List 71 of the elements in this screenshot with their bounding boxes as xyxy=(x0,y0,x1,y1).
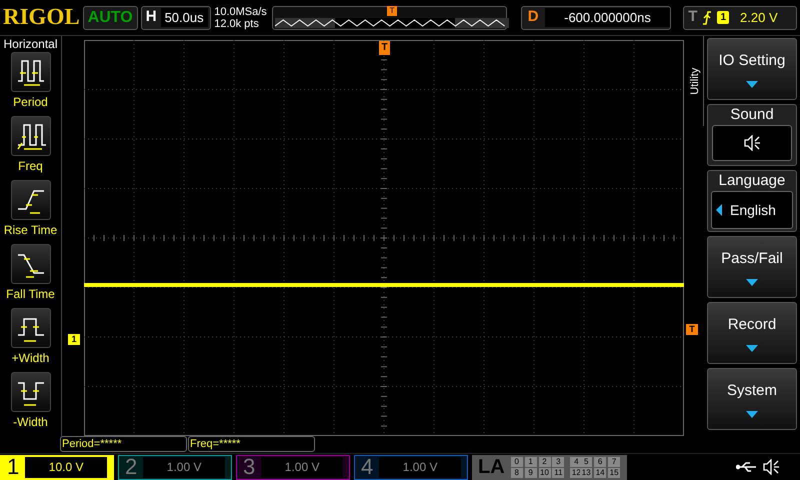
speaker-icon xyxy=(762,459,780,475)
logic-channel-indicator: 7 xyxy=(608,456,620,466)
logic-channel-indicator: 1 xyxy=(524,456,537,466)
logic-channel-indicator: 13 xyxy=(580,468,592,478)
measurement-readout: Freq=***** xyxy=(188,436,315,452)
menu-button[interactable]: Record xyxy=(707,302,797,364)
channel-marker[interactable]: 1 xyxy=(68,334,80,345)
logic-channel-indicator: 5 xyxy=(580,456,592,466)
channel-tab[interactable]: 4 1.00 V xyxy=(354,454,468,480)
measure-button[interactable]: -Width xyxy=(0,372,62,436)
trigger-position-marker[interactable]: T xyxy=(379,41,390,55)
measure-button[interactable]: Freq xyxy=(0,116,62,180)
channel-tab[interactable]: 1 10.0 V xyxy=(0,454,114,480)
menu-tab[interactable]: Utility xyxy=(688,36,704,126)
channel-number: 1 xyxy=(7,455,20,479)
channel-tab[interactable]: 2 1.00 V xyxy=(118,454,232,480)
channel-number: 3 xyxy=(243,455,256,479)
menu-label: Sound xyxy=(730,105,774,125)
measure-button[interactable]: Period xyxy=(0,52,62,116)
caret-icon xyxy=(746,410,758,418)
trigger-level: 2.20 V xyxy=(740,8,778,27)
channel-scale: 10.0 V xyxy=(25,456,107,478)
speaker-icon xyxy=(743,135,761,151)
caret-icon xyxy=(746,278,758,286)
logic-channel-indicator: 6 xyxy=(594,456,606,466)
menu-button[interactable]: System xyxy=(707,368,797,430)
channel-scale: 1.00 V xyxy=(143,456,225,478)
channel-number: 2 xyxy=(125,455,138,479)
trigger-label: T xyxy=(688,7,698,28)
delay-value: -600.000000ns xyxy=(544,8,670,28)
usb-icon xyxy=(736,461,758,473)
logic-channel-indicator: 15 xyxy=(608,468,620,478)
logic-channel-indicator: 11 xyxy=(552,468,564,478)
menu-button[interactable]: Pass/Fail xyxy=(707,236,797,298)
logic-channel-indicator: 14 xyxy=(594,468,606,478)
timebase-panel[interactable]: H 50.0us xyxy=(140,6,212,30)
delay-panel[interactable]: D -600.000000ns xyxy=(520,6,672,30)
run-status[interactable]: AUTO xyxy=(82,6,138,30)
menu-title: Horizontal xyxy=(3,36,58,52)
brand-logo: RIGOL xyxy=(3,3,80,32)
logic-channel-indicator: 8 xyxy=(510,468,523,478)
sample-rate: 10.0MSa/s xyxy=(214,6,268,18)
logic-channel-indicator: 10 xyxy=(538,468,550,478)
timebase-label: H xyxy=(144,7,158,28)
rising-edge-icon xyxy=(702,10,712,24)
left-caret-icon xyxy=(716,204,722,216)
channel-tab[interactable]: 3 1.00 V xyxy=(236,454,350,480)
trigger-level-marker[interactable]: T xyxy=(686,324,698,335)
logic-channel-indicator: 0 xyxy=(510,456,523,466)
channel-scale: 1.00 V xyxy=(261,456,343,478)
sound-button[interactable] xyxy=(712,125,792,161)
trigger-panel[interactable]: T 1 2.20 V xyxy=(683,6,797,30)
trigger-source: 1 xyxy=(717,11,730,24)
delay-label: D xyxy=(526,7,540,28)
channel-scale: 1.00 V xyxy=(379,456,461,478)
logic-channel-indicator: 3 xyxy=(552,456,564,466)
language-select[interactable]: English xyxy=(711,191,793,229)
logic-channel-indicator: 9 xyxy=(524,468,537,478)
menu-button[interactable]: IO Setting xyxy=(707,38,797,100)
menu-label: Language xyxy=(718,171,786,191)
timebase-value: 50.0us xyxy=(160,8,208,28)
measurement-readout: Period=***** xyxy=(60,436,187,452)
logic-channel-indicator: 2 xyxy=(538,456,550,466)
memory-depth: 12.0k pts xyxy=(214,18,260,30)
caret-icon xyxy=(746,80,758,88)
measure-button[interactable]: Rise Time xyxy=(0,180,62,244)
channel-number: 4 xyxy=(361,455,374,479)
trigger-position-marker: T xyxy=(387,6,398,16)
measure-button[interactable]: +Width xyxy=(0,308,62,372)
measure-button[interactable]: Fall Time xyxy=(0,244,62,308)
caret-icon xyxy=(746,344,758,352)
